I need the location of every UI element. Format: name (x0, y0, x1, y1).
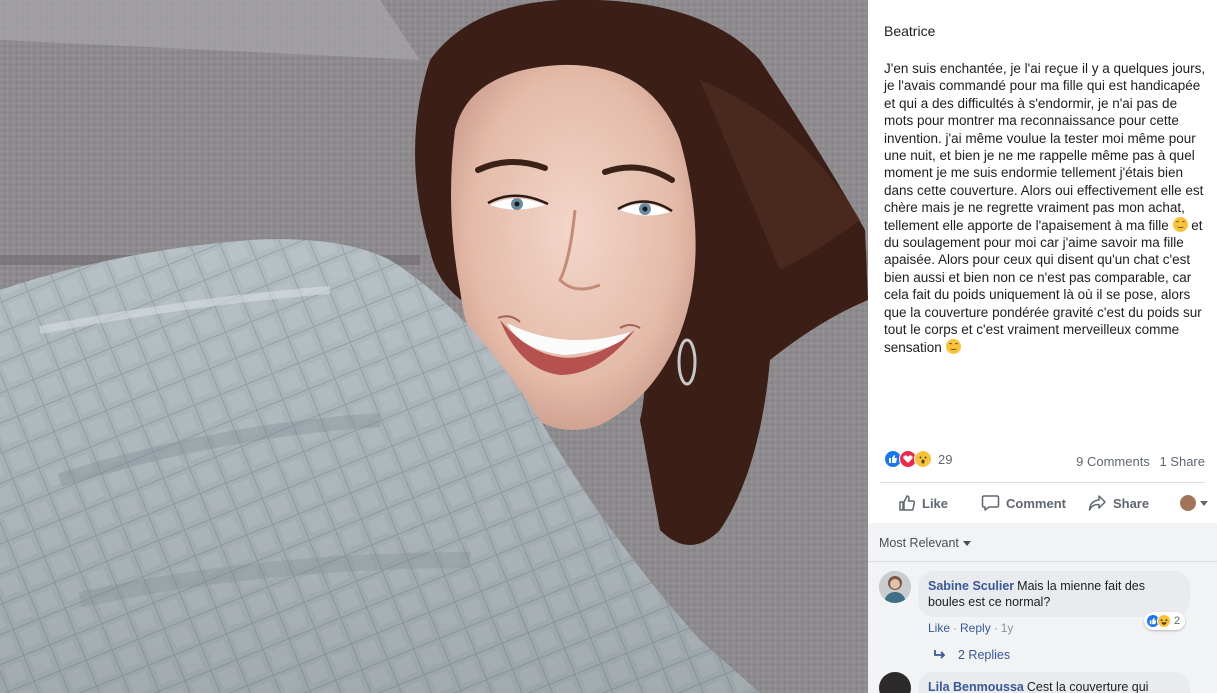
replies-count-label: 2 Replies (958, 648, 1011, 662)
chevron-down-icon (962, 540, 971, 546)
comment-like-link[interactable]: Like (928, 621, 950, 635)
wow-reaction-icon (914, 450, 932, 468)
comments-count-link[interactable]: 9 Comments (1076, 454, 1150, 469)
comment-reaction-count: 2 (1174, 615, 1181, 627)
comment-bubble: Lila Benmoussa Cest la couverture qui (918, 672, 1190, 693)
comment-meta: Like · Reply · 1y (928, 621, 1014, 635)
share-button[interactable]: Share (1088, 494, 1149, 512)
post-as-selector[interactable] (1180, 495, 1209, 511)
smiling-face-emoji (945, 338, 961, 354)
view-replies-link[interactable]: 2 Replies (934, 648, 1010, 662)
laughing-reaction-icon (1157, 614, 1171, 628)
comment-text: Cest la couverture qui (1026, 680, 1149, 693)
smiling-face-emoji (1172, 216, 1188, 232)
post-text-part-1: J'en suis enchantée, je l'ai reçue il y … (884, 61, 1206, 233)
post-author-name[interactable]: Beatrice (884, 23, 935, 39)
shares-count-link[interactable]: 1 Share (1159, 454, 1205, 469)
post-side-panel: Beatrice J'en suis enchantée, je l'ai re… (868, 0, 1217, 693)
comment-bubble: Sabine Sculier Mais la mienne fait des bo… (918, 571, 1190, 617)
post-text: J'en suis enchantée, je l'ai reçue il y … (884, 60, 1208, 356)
post-actions-bar: Like Comment Share (880, 489, 1209, 517)
comment-button-label: Comment (1006, 495, 1066, 511)
comment-sort-label: Most Relevant (879, 536, 959, 550)
comment-sort-dropdown[interactable]: Most Relevant (879, 536, 971, 550)
thumbs-up-icon (899, 495, 916, 511)
like-button[interactable]: Like (898, 494, 948, 512)
comment-reactions[interactable]: 2 (1144, 612, 1186, 630)
share-arrow-icon (1088, 495, 1106, 511)
comment-button[interactable]: Comment (981, 494, 1066, 512)
post-photo[interactable] (0, 0, 868, 693)
divider (868, 561, 1217, 562)
reply-arrow-icon (934, 650, 946, 659)
like-button-label: Like (922, 495, 949, 511)
engagement-counts: 9 Comments 1 Share (1070, 454, 1205, 469)
chevron-down-icon (1200, 500, 1209, 506)
reaction-count: 29 (938, 451, 953, 467)
commenter-name[interactable]: Sabine Sculier (928, 579, 1014, 593)
user-avatar (1180, 495, 1197, 511)
share-button-label: Share (1112, 495, 1150, 511)
divider (880, 482, 1205, 483)
commenter-name[interactable]: Lila Benmoussa (928, 680, 1024, 693)
comment-bubble-icon (981, 495, 1000, 511)
avatar[interactable] (879, 571, 911, 603)
comment-timestamp[interactable]: 1y (1001, 621, 1014, 635)
comment-reply-link[interactable]: Reply (960, 621, 991, 635)
reactions-summary[interactable]: 29 (884, 450, 952, 468)
post-text-part-2: et du soulagement pour moi car j'aime sa… (884, 217, 1203, 355)
